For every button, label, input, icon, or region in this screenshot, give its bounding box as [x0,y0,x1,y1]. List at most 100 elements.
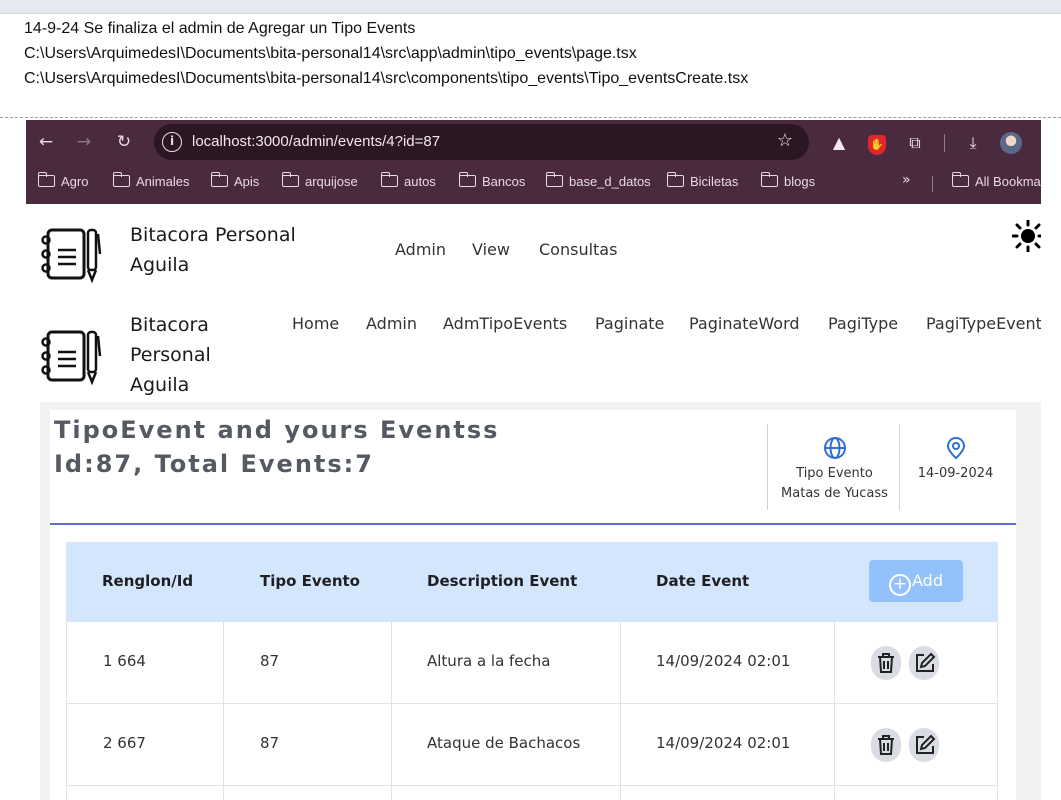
bookmark-arquijose[interactable]: arquijose [281,172,358,192]
bookmarks-divider [932,176,933,192]
bookmark-blogs[interactable]: blogs [760,172,815,192]
browser-window: ← → ↻ i localhost:3000/admin/events/4?id… [26,120,1041,800]
folder-icon [458,172,476,187]
extension-shield-icon[interactable]: ✋ [866,132,888,155]
edit-pencil-icon [916,734,936,754]
bookmark-base-d-datos[interactable]: base_d_datos [545,172,651,192]
row-date: 14/09/2024 02:01 [656,734,791,752]
table-cell [621,786,835,800]
address-bar[interactable]: i localhost:3000/admin/events/4?id=87 ☆ [154,124,809,160]
table-cell [835,786,998,800]
brand-name[interactable]: Bitacora Personal Aguila [130,310,211,400]
table-cell: 87 [224,704,392,786]
nav-adm-tipo-events[interactable]: AdmTipoEvents [443,314,567,333]
row-date: 14/09/2024 02:01 [656,652,791,670]
folder-icon [37,172,55,187]
edit-button[interactable] [909,646,939,680]
folder-icon [281,172,299,187]
bookmark-biciletas[interactable]: Biciletas [666,172,738,192]
table-row [66,786,998,800]
folder-icon [666,172,684,187]
table-cell [835,704,998,786]
profile-avatar[interactable] [1000,132,1022,154]
tipo-evento-info: Tipo Evento Matas de Yucass [767,424,901,510]
table-cell [392,786,621,800]
column-header-description: Description Event [427,572,578,590]
folder-icon [760,172,778,187]
table-cell: 87 [224,622,392,704]
row-description: Altura a la fecha [427,652,551,670]
page-title: TipoEvent and yours Eventss [54,416,500,444]
row-tipo: 87 [260,652,280,670]
table-row: 2 667 87 Ataque de Bachacos 14/09/2024 0… [66,704,998,786]
note-line-2: C:\Users\ArquimedesI\Documents\bita-pers… [24,45,637,62]
brand-name[interactable]: Bitacora Personal Aguila [130,220,296,280]
reload-icon[interactable]: ↻ [112,130,136,154]
delete-button[interactable] [871,728,901,762]
nav-paginate[interactable]: Paginate [595,314,664,333]
row-id: 2 667 [103,734,146,752]
edit-button[interactable] [909,728,939,762]
nav-pagi-type[interactable]: PagiType [828,314,898,333]
all-bookmarks[interactable]: All Bookma [951,172,1041,192]
table-cell: 14/09/2024 02:01 [621,704,835,786]
bookmarks-overflow-icon[interactable]: » [902,172,911,188]
site-info-icon[interactable]: i [162,132,182,152]
bookmark-agro[interactable]: Agro [37,172,88,192]
page-subtitle: Id:87, Total Events:7 [54,450,374,478]
date-value: 14-09-2024 [917,466,994,481]
table-cell: 14/09/2024 02:01 [621,622,835,704]
nav-consultas[interactable]: Consultas [539,240,617,259]
forward-arrow-icon[interactable]: → [72,130,96,154]
card-divider [50,523,1016,525]
trash-icon [878,653,894,673]
folder-icon [951,172,969,187]
edit-pencil-icon [916,652,936,672]
sun-theme-icon[interactable] [1012,220,1041,252]
document-toolbar-strip [0,0,1061,14]
nav-view[interactable]: View [472,240,510,259]
notebook-logo-icon[interactable] [38,224,106,284]
trash-icon [878,735,894,755]
extensions-puzzle-icon[interactable]: ⧉ [904,132,926,154]
bookmark-apis[interactable]: Apis [210,172,259,192]
table-cell: Altura a la fecha [392,622,621,704]
column-header-renglon-id: Renglon/Id [102,572,194,590]
table-cell [66,786,224,800]
notes-document: 14-9-24 Se finaliza el admin de Agregar … [0,14,1061,118]
nav-home[interactable]: Home [292,314,339,333]
location-pin-icon [946,436,965,460]
table-cell [224,786,392,800]
table-cell: Ataque de Bachacos [392,704,621,786]
globe-icon [823,437,846,459]
back-arrow-icon[interactable]: ← [34,130,58,154]
bookmark-autos[interactable]: autos [380,172,436,192]
row-id: 1 664 [103,652,146,670]
delete-button[interactable] [871,646,901,680]
table-header: Renglon/Id Tipo Evento Description Event… [66,542,998,622]
folder-icon [545,172,563,187]
table-cell: 1 664 [66,622,224,704]
row-description: Ataque de Bachacos [427,734,581,752]
row-tipo: 87 [260,734,280,752]
folder-icon [112,172,130,187]
tipo-evento-label: Tipo Evento [796,466,873,481]
notebook-logo-icon[interactable] [38,326,106,386]
address-bar-url[interactable]: localhost:3000/admin/events/4?id=87 [192,133,440,150]
table-row: 1 664 87 Altura a la fecha 14/09/2024 02… [66,622,998,704]
bookmark-star-icon[interactable]: ☆ [777,130,793,151]
nav-admin[interactable]: Admin [366,314,417,333]
folder-icon [380,172,398,187]
extension-mountain-icon[interactable]: ▲ [828,132,850,154]
bookmark-bancos[interactable]: Bancos [458,172,525,192]
table-cell: 2 667 [66,704,224,786]
nav-admin[interactable]: Admin [395,240,446,259]
download-icon[interactable]: ⤓ [962,132,984,154]
bookmark-animales[interactable]: Animales [112,172,189,192]
nav-pagi-type-event[interactable]: PagiTypeEvent [926,314,1041,333]
add-event-button[interactable]: + Add [869,560,963,602]
column-header-tipo-evento: Tipo Evento [260,572,360,590]
nav-paginate-word[interactable]: PaginateWord [689,314,800,333]
folder-icon [210,172,228,187]
column-header-date: Date Event [656,572,750,590]
